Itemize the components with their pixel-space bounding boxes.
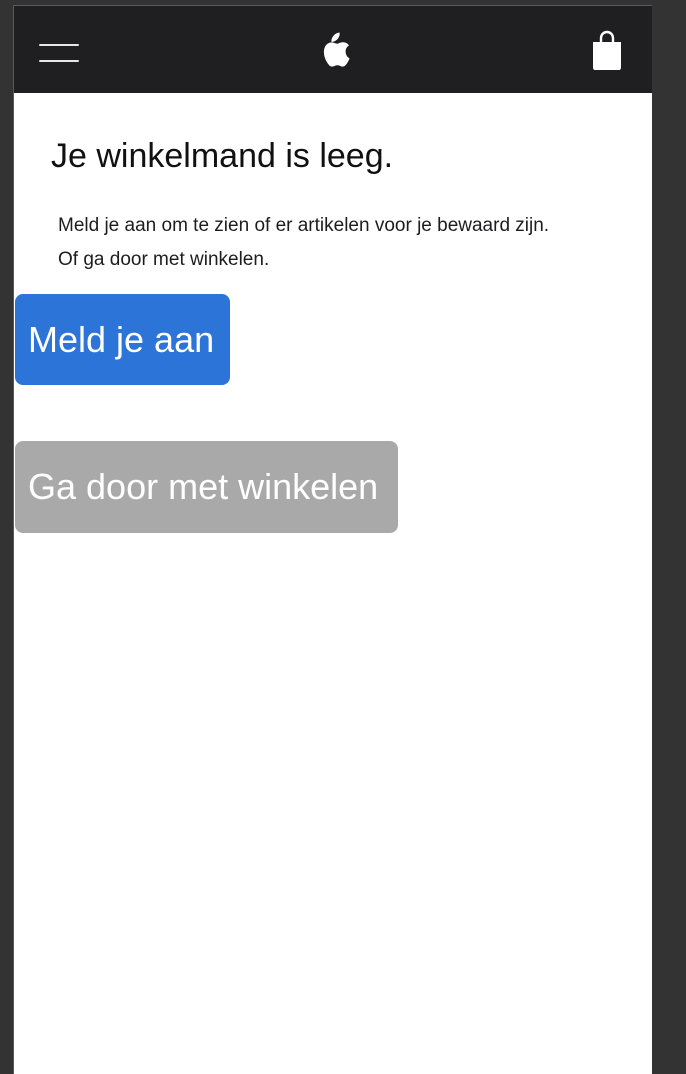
app-viewport: Je winkelmand is leeg. Meld je aan om te… [13, 5, 652, 1074]
menu-line [39, 60, 79, 62]
apple-logo-icon[interactable] [317, 30, 351, 70]
page-title: Je winkelmand is leeg. [51, 137, 394, 175]
message-line: Meld je aan om te zien of er artikelen v… [58, 215, 550, 236]
hamburger-menu-icon[interactable] [39, 42, 79, 64]
global-navbar [14, 6, 652, 93]
continue-shopping-button[interactable]: Ga door met winkelen [15, 441, 398, 533]
message-line: Of ga door met winkelen. [58, 249, 270, 270]
menu-line [39, 44, 79, 46]
shopping-bag-icon[interactable] [590, 29, 624, 71]
sign-in-button[interactable]: Meld je aan [15, 294, 230, 385]
empty-cart-message: Meld je aan om te zien of er artikelen v… [58, 209, 638, 277]
